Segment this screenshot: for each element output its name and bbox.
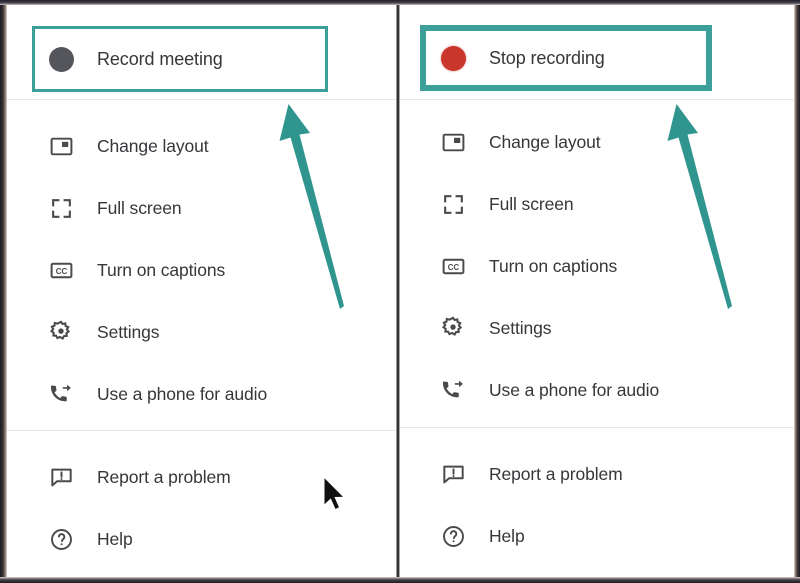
menu-item-label: Change layout bbox=[489, 131, 601, 152]
menu-item-use-a-phone-for-audio[interactable]: Use a phone for audio bbox=[400, 362, 794, 418]
menu-separator-bottom bbox=[400, 427, 794, 428]
menu-item-label: Report a problem bbox=[97, 466, 231, 487]
record-circle-icon bbox=[436, 41, 470, 75]
menu-item-full-screen[interactable]: Full screen bbox=[400, 176, 794, 232]
menu-separator-bottom bbox=[6, 430, 396, 431]
photo-edge-bottom bbox=[0, 577, 800, 583]
menu-item-change-layout[interactable]: Change layout bbox=[6, 118, 396, 174]
svg-text:CC: CC bbox=[447, 262, 459, 271]
menu-item-label: Turn on captions bbox=[97, 259, 226, 280]
full-screen-icon bbox=[44, 191, 78, 225]
gear-icon bbox=[44, 315, 78, 349]
report-problem-icon bbox=[436, 457, 470, 491]
menu-item-label: Use a phone for audio bbox=[97, 383, 268, 404]
full-screen-icon bbox=[436, 187, 470, 221]
help-circle-icon bbox=[44, 522, 78, 556]
menu-item-help[interactable]: Help bbox=[6, 511, 396, 567]
phone-forward-icon bbox=[436, 373, 470, 407]
menu-item-label: Turn on captions bbox=[489, 255, 618, 276]
menu-item-full-screen[interactable]: Full screen bbox=[6, 180, 396, 236]
menu-item-label: Full screen bbox=[97, 197, 182, 218]
menu-panel-before-recording: Record meeting Change layout Full screen… bbox=[6, 4, 396, 579]
menu-item-stop-recording[interactable]: Stop recording bbox=[400, 31, 794, 85]
menu-item-label: Change layout bbox=[97, 135, 209, 156]
menu-item-use-a-phone-for-audio[interactable]: Use a phone for audio bbox=[6, 366, 396, 422]
menu-item-label: Settings bbox=[97, 321, 160, 342]
menu-item-report-a-problem[interactable]: Report a problem bbox=[400, 446, 794, 502]
menu-item-label: Full screen bbox=[489, 193, 574, 214]
gear-icon bbox=[436, 311, 470, 345]
menu-item-label: Report a problem bbox=[489, 463, 623, 484]
panel-seam-divider bbox=[396, 0, 400, 583]
menu-item-label: Record meeting bbox=[97, 48, 223, 69]
menu-item-label: Settings bbox=[489, 317, 552, 338]
change-layout-icon bbox=[44, 129, 78, 163]
menu-item-label: Stop recording bbox=[489, 47, 605, 68]
menu-item-label: Help bbox=[97, 528, 133, 549]
help-circle-icon bbox=[436, 519, 470, 553]
menu-separator-top bbox=[400, 99, 794, 100]
menu-panel-during-recording: Stop recording Change layout Full screen… bbox=[400, 4, 794, 579]
photo-edge-left bbox=[0, 0, 7, 583]
closed-captions-icon: CC bbox=[436, 249, 470, 283]
menu-item-label: Use a phone for audio bbox=[489, 379, 660, 400]
menu-item-report-a-problem[interactable]: Report a problem bbox=[6, 449, 396, 505]
menu-item-settings[interactable]: Settings bbox=[6, 304, 396, 360]
menu-item-record-meeting[interactable]: Record meeting bbox=[6, 32, 396, 86]
menu-separator-top bbox=[6, 99, 396, 100]
phone-forward-icon bbox=[44, 377, 78, 411]
menu-item-turn-on-captions[interactable]: CC Turn on captions bbox=[6, 242, 396, 298]
photo-edge-right bbox=[794, 0, 800, 583]
change-layout-icon bbox=[436, 125, 470, 159]
menu-item-change-layout[interactable]: Change layout bbox=[400, 114, 794, 170]
menu-item-turn-on-captions[interactable]: CC Turn on captions bbox=[400, 238, 794, 294]
menu-item-settings[interactable]: Settings bbox=[400, 300, 794, 356]
svg-text:CC: CC bbox=[55, 266, 67, 275]
closed-captions-icon: CC bbox=[44, 253, 78, 287]
report-problem-icon bbox=[44, 460, 78, 494]
record-circle-icon bbox=[44, 42, 78, 76]
photo-edge-top bbox=[0, 0, 800, 5]
menu-item-label: Help bbox=[489, 525, 525, 546]
screenshot-root: Record meeting Change layout Full screen… bbox=[0, 0, 800, 583]
menu-item-help[interactable]: Help bbox=[400, 508, 794, 564]
